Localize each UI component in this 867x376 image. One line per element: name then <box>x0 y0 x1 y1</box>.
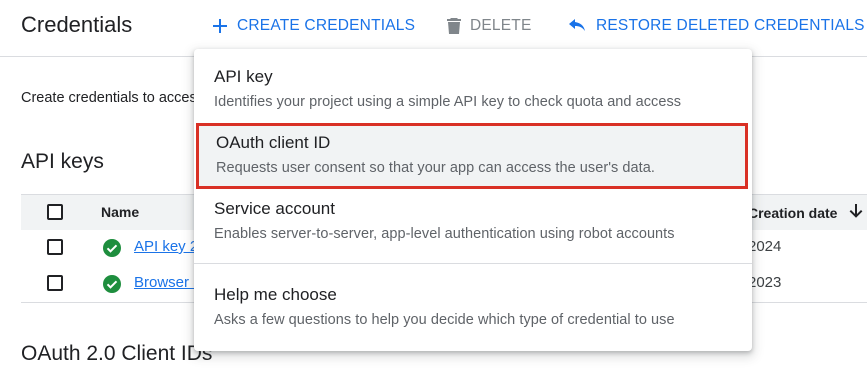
undo-icon <box>568 18 588 34</box>
restore-deleted-credentials-button[interactable]: RESTORE DELETED CREDENTIALS <box>568 14 865 38</box>
delete-button[interactable]: DELETE <box>446 14 532 38</box>
create-credentials-label: CREATE CREDENTIALS <box>237 17 416 34</box>
menu-item-description: Identifies your project using a simple A… <box>214 94 682 110</box>
row-checkbox[interactable] <box>47 239 63 255</box>
row-checkbox[interactable] <box>47 275 63 291</box>
column-header-date[interactable]: Creation date <box>748 203 863 222</box>
select-all-checkbox[interactable] <box>47 204 63 220</box>
menu-item-title: Help me choose <box>214 285 337 304</box>
menu-item-help-me-choose[interactable]: Help me choose Asks a few questions to h… <box>194 277 752 339</box>
delete-label: DELETE <box>470 17 532 34</box>
page-title: Credentials <box>21 12 133 37</box>
menu-item-description: Enables server-to-server, app-level auth… <box>214 226 675 242</box>
creation-date-cell: 2023 <box>748 274 782 291</box>
menu-item-title: Service account <box>214 199 335 218</box>
menu-item-description: Requests user consent so that your app c… <box>216 160 655 176</box>
menu-item-title: OAuth client ID <box>216 133 331 152</box>
menu-divider <box>194 263 752 264</box>
column-header-date-label: Creation date <box>748 204 838 221</box>
oauth-client-ids-heading: OAuth 2.0 Client IDs <box>21 342 213 365</box>
menu-item-title: API key <box>214 67 273 86</box>
plus-icon <box>211 17 229 35</box>
column-header-name[interactable]: Name <box>101 204 139 220</box>
restore-label: RESTORE DELETED CREDENTIALS <box>596 17 865 34</box>
trash-icon <box>446 17 462 35</box>
api-keys-heading: API keys <box>21 150 104 173</box>
create-credentials-menu: API key Identifies your project using a … <box>194 49 752 351</box>
check-circle-icon <box>103 275 121 298</box>
create-credentials-button[interactable]: CREATE CREDENTIALS <box>211 14 415 38</box>
arrow-down-icon <box>849 203 863 222</box>
creation-date-cell: 2024 <box>748 238 782 255</box>
menu-item-api-key[interactable]: API key Identifies your project using a … <box>194 59 752 119</box>
check-circle-icon <box>103 239 121 262</box>
menu-item-oauth-client-id[interactable]: OAuth client ID Requests user consent so… <box>196 123 748 189</box>
menu-item-service-account[interactable]: Service account Enables server-to-server… <box>194 191 752 251</box>
menu-item-description: Asks a few questions to help you decide … <box>214 312 675 328</box>
api-key-link[interactable]: API key 2 <box>134 238 198 255</box>
